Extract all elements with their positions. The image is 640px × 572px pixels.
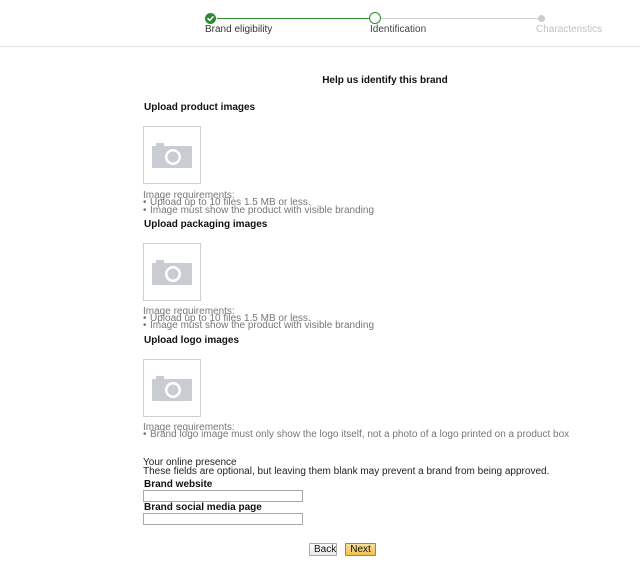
brand-social-media-label: Brand social media page bbox=[144, 502, 262, 513]
step-current-circle-icon bbox=[369, 12, 381, 24]
camera-icon bbox=[152, 376, 192, 401]
step-complete-check-icon bbox=[205, 13, 216, 24]
online-presence-note: These fields are optional, but leaving t… bbox=[143, 466, 550, 477]
page-title: Help us identify this brand bbox=[322, 75, 448, 86]
section-heading-logo-images: Upload logo images bbox=[144, 335, 240, 346]
logo-image-upload[interactable] bbox=[143, 359, 201, 417]
brand-website-input[interactable] bbox=[143, 490, 303, 502]
requirement-item: • Image must show the product with visibl… bbox=[143, 205, 375, 216]
step-label-characteristics: Characteristics bbox=[536, 24, 603, 35]
requirement-text: Image must show the product with visible… bbox=[150, 205, 375, 216]
camera-icon bbox=[152, 143, 192, 168]
requirement-item: • Image must show the product with visibl… bbox=[143, 320, 375, 331]
requirement-text: Brand logo image must only show the logo… bbox=[150, 429, 570, 440]
next-button[interactable]: Next bbox=[345, 543, 376, 556]
progress-stepper: Brand eligibility Identification Charact… bbox=[0, 0, 640, 47]
step-label-identification: Identification bbox=[370, 24, 427, 35]
brand-social-media-input[interactable] bbox=[143, 513, 303, 525]
requirement-item: • Brand logo image must only show the log… bbox=[143, 429, 570, 440]
product-image-upload[interactable] bbox=[143, 126, 201, 184]
stepper-line-upcoming bbox=[381, 18, 538, 19]
packaging-image-upload[interactable] bbox=[143, 243, 201, 301]
step-label-brand-eligibility: Brand eligibility bbox=[205, 24, 273, 35]
section-heading-packaging-images: Upload packaging images bbox=[144, 219, 268, 230]
step-upcoming-dot-icon bbox=[538, 15, 545, 22]
section-heading-product-images: Upload product images bbox=[144, 102, 256, 113]
stepper-line-complete bbox=[217, 18, 369, 19]
back-button[interactable]: Back bbox=[309, 543, 337, 556]
brand-website-label: Brand website bbox=[144, 479, 213, 490]
camera-icon bbox=[152, 260, 192, 285]
requirement-text: Image must show the product with visible… bbox=[150, 320, 375, 331]
